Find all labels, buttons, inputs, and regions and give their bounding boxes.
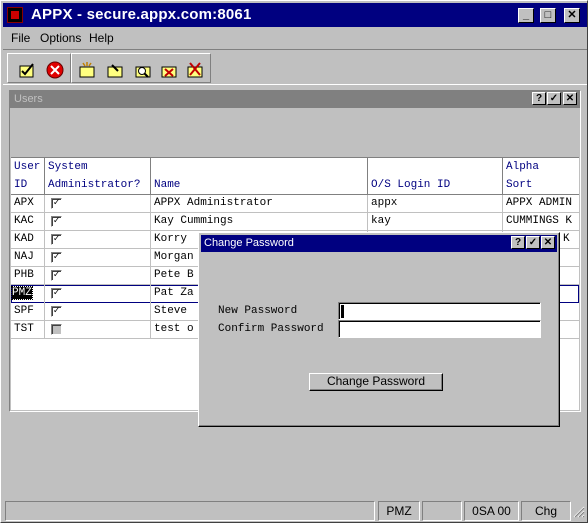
column-header-line: Name xyxy=(154,179,181,191)
toolbar xyxy=(3,49,587,85)
column-header-line: ID xyxy=(14,179,28,191)
column-header-line: O/S Login ID xyxy=(371,179,451,191)
dialog-ok-button[interactable]: ✓ xyxy=(526,236,540,249)
close-button[interactable]: ✕ xyxy=(564,8,580,23)
admin-checkbox[interactable]: ✓ xyxy=(51,216,62,227)
dialog-title-bar[interactable]: Change Password ? ✓ ✕ xyxy=(201,235,557,252)
selected-user-id[interactable]: PMZ xyxy=(11,286,33,300)
column-header-system-admin[interactable]: System Administrator? xyxy=(45,158,151,195)
column-header-line: User xyxy=(14,161,41,173)
column-header-line: Administrator? xyxy=(48,179,141,191)
admin-checkbox[interactable]: ✓ xyxy=(51,270,62,281)
admin-checkbox[interactable]: ✓ xyxy=(51,288,62,299)
status-user: PMZ xyxy=(378,501,420,521)
users-close-button[interactable]: ✕ xyxy=(563,92,577,105)
toolbar-group-record xyxy=(71,53,211,83)
table-row[interactable]: KAC ✓ Kay Cummings kay CUMMINGS K xyxy=(11,213,579,231)
cell-admin[interactable]: ✓ xyxy=(45,231,151,249)
cell-user-id[interactable]: KAC xyxy=(11,213,45,231)
appx-logo-icon[interactable] xyxy=(7,7,23,23)
text-caret xyxy=(341,305,344,318)
dialog-title: Change Password xyxy=(204,237,294,249)
maximize-button[interactable]: □ xyxy=(540,8,556,23)
toolbar-group-actions xyxy=(7,53,71,83)
app-window: APPX - secure.appx.com:8061 _ □ ✕ File O… xyxy=(0,0,588,523)
cell-user-id[interactable]: KAD xyxy=(11,231,45,249)
cell-admin[interactable]: ✓ xyxy=(45,213,151,231)
cell-admin[interactable]: ✓ xyxy=(45,285,151,303)
cell-admin[interactable] xyxy=(45,321,151,339)
column-header-os-login[interactable]: O/S Login ID xyxy=(368,158,503,195)
users-window-title-bar[interactable]: Users ? ✓ ✕ xyxy=(10,91,580,108)
admin-checkbox[interactable]: ✓ xyxy=(51,234,62,245)
new-password-field[interactable] xyxy=(338,302,541,320)
users-ok-button[interactable]: ✓ xyxy=(547,92,561,105)
column-header-name[interactable]: Name xyxy=(151,158,368,195)
change-password-button[interactable]: Change Password xyxy=(309,373,443,391)
change-icon[interactable] xyxy=(106,61,124,79)
admin-checkbox[interactable]: ✓ xyxy=(51,306,62,317)
change-password-dialog: Change Password ? ✓ ✕ New Password Confi… xyxy=(198,232,560,427)
confirm-password-label: Confirm Password xyxy=(218,323,324,335)
status-message xyxy=(5,501,375,521)
delete-all-icon[interactable] xyxy=(186,61,204,79)
cell-sort[interactable]: APPX ADMIN xyxy=(503,195,579,213)
admin-checkbox[interactable]: ✓ xyxy=(51,252,62,263)
menu-bar: File Options Help xyxy=(3,28,587,47)
cell-user-id[interactable]: NAJ xyxy=(11,249,45,267)
minimize-button[interactable]: _ xyxy=(518,8,534,23)
menu-help[interactable]: Help xyxy=(89,31,114,45)
cell-name[interactable]: Kay Cummings xyxy=(151,213,368,231)
dialog-help-button[interactable]: ? xyxy=(511,236,525,249)
users-window-title: Users xyxy=(14,93,43,105)
cell-admin[interactable]: ✓ xyxy=(45,249,151,267)
delete-icon[interactable] xyxy=(160,61,178,79)
status-bar: PMZ 0SA 00 Chg xyxy=(3,500,587,522)
table-row[interactable]: APX ✓ APPX Administrator appx APPX ADMIN xyxy=(11,195,579,213)
column-header-user-id[interactable]: User ID xyxy=(11,158,45,195)
column-header-line: System xyxy=(48,161,88,173)
inquire-icon[interactable] xyxy=(134,61,152,79)
add-icon[interactable] xyxy=(78,61,96,79)
cell-user-id[interactable]: SPF xyxy=(11,303,45,321)
resize-grip-icon[interactable] xyxy=(573,506,585,518)
status-blank xyxy=(422,501,462,521)
title-bar[interactable]: APPX - secure.appx.com:8061 _ □ ✕ xyxy=(3,3,587,27)
cell-name[interactable]: APPX Administrator xyxy=(151,195,368,213)
cancel-icon[interactable] xyxy=(46,61,64,79)
column-header-line: Sort xyxy=(506,179,533,191)
cell-user-id[interactable]: PHB xyxy=(11,267,45,285)
cell-admin[interactable]: ✓ xyxy=(45,195,151,213)
ok-icon[interactable] xyxy=(18,61,36,79)
users-help-button[interactable]: ? xyxy=(532,92,546,105)
column-header-alpha-sort[interactable]: Alpha Sort xyxy=(503,158,579,195)
dialog-close-button[interactable]: ✕ xyxy=(541,236,555,249)
window-title: APPX - secure.appx.com:8061 xyxy=(31,6,252,23)
confirm-password-field[interactable] xyxy=(338,320,541,338)
status-database: 0SA 00 xyxy=(464,501,519,521)
menu-options[interactable]: Options xyxy=(40,31,81,45)
cell-login[interactable]: kay xyxy=(368,213,503,231)
cell-user-id[interactable]: APX xyxy=(11,195,45,213)
admin-checkbox[interactable] xyxy=(51,324,62,335)
cell-admin[interactable]: ✓ xyxy=(45,267,151,285)
status-mode: Chg xyxy=(521,501,571,521)
cell-admin[interactable]: ✓ xyxy=(45,303,151,321)
admin-checkbox[interactable]: ✓ xyxy=(51,198,62,209)
cell-sort[interactable]: CUMMINGS K xyxy=(503,213,579,231)
cell-user-id[interactable]: PMZ xyxy=(11,285,45,303)
cell-login[interactable]: appx xyxy=(368,195,503,213)
cell-user-id[interactable]: TST xyxy=(11,321,45,339)
column-header-line: Alpha xyxy=(506,161,540,173)
new-password-label: New Password xyxy=(218,305,298,317)
menu-file[interactable]: File xyxy=(11,31,30,45)
